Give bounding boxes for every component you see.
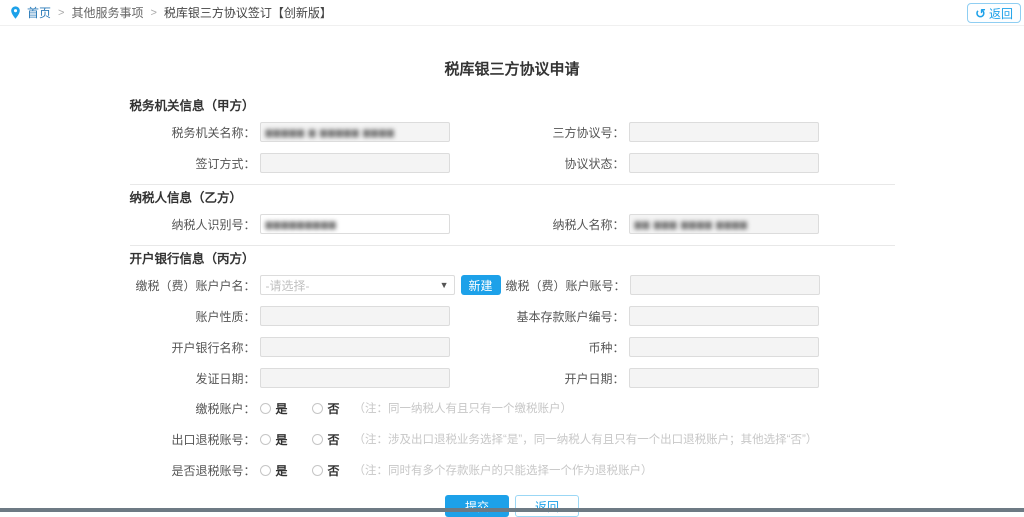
breadcrumb-separator: > [58, 7, 64, 19]
form-row: 缴税（费）账户户名： -请选择- ▼ 新建 缴税（费）账户账号： [130, 275, 895, 295]
taxpayer-id-field[interactable]: ▆▆▆▆▆▆▆▆▆ [260, 214, 450, 234]
currency-label: 币种： [465, 339, 629, 356]
form-row: 签订方式： 协议状态： [130, 153, 895, 173]
radio-yes-label: 是 [276, 400, 288, 417]
page-title: 税库银三方协议申请 [130, 60, 895, 80]
account-nature-field[interactable] [260, 306, 450, 326]
is-refund-no-radio[interactable] [312, 465, 323, 476]
breadcrumb-other-services[interactable]: 其他服务事项 [71, 4, 143, 21]
return-button[interactable]: 返回 [515, 495, 579, 517]
basic-deposit-no-field[interactable] [629, 306, 819, 326]
agreement-status-field[interactable] [629, 153, 819, 173]
app-window: 首页 > 其他服务事项 > 税库银三方协议签订【创新版】 ↺ 返回 税库银三方协… [0, 0, 1024, 512]
bank-name-field[interactable] [260, 337, 450, 357]
form-row: 纳税人识别号： ▆▆▆▆▆▆▆▆▆ 纳税人名称： ▆▆ ▆▆▆ ▆▆▆▆ ▆▆▆… [130, 214, 895, 234]
open-date-field[interactable] [629, 368, 819, 388]
pay-account-no-field[interactable] [630, 275, 820, 295]
redacted-value: ▆▆ ▆▆▆ ▆▆▆▆ ▆▆▆▆ [635, 219, 748, 230]
pay-account-name-select[interactable]: -请选择- ▼ [260, 275, 455, 295]
issue-date-field[interactable] [260, 368, 450, 388]
export-refund-yes-radio[interactable] [260, 434, 271, 445]
is-refund-yes-radio[interactable] [260, 465, 271, 476]
section-title-party-b: 纳税人信息（乙方） [130, 190, 895, 206]
breadcrumb-home[interactable]: 首页 [27, 4, 51, 21]
form-content: 税库银三方协议申请 税务机关信息（甲方） 税务机关名称： ▆▆▆▆▆ ▆ ▆▆▆… [130, 60, 895, 517]
export-refund-label: 出口退税账号： [130, 431, 260, 448]
form-row: 开户银行名称： 币种： [130, 337, 895, 357]
form-row: 发证日期： 开户日期： [130, 368, 895, 388]
bank-name-label: 开户银行名称： [130, 339, 260, 356]
back-button-label: 返回 [989, 5, 1013, 22]
agreement-no-label: 三方协议号： [465, 124, 629, 141]
account-nature-label: 账户性质： [130, 308, 260, 325]
radio-yes-label: 是 [276, 431, 288, 448]
radio-yes-label: 是 [276, 462, 288, 479]
tax-account-radio-row: 缴税账户： 是 否 （注：同一纳税人有且只有一个缴税账户） [130, 399, 895, 417]
basic-deposit-no-label: 基本存款账户编号： [465, 308, 629, 325]
tax-account-no-radio[interactable] [312, 403, 323, 414]
taxpayer-name-label: 纳税人名称： [465, 216, 629, 233]
agreement-no-field[interactable] [629, 122, 819, 142]
section-divider [130, 184, 895, 185]
is-refund-note: （注：同时有多个存款账户的只能选择一个作为退税账户） [354, 462, 653, 478]
export-refund-radio-row: 出口退税账号： 是 否 （注：涉及出口退税业务选择“是”，同一纳税人有且只有一个… [130, 430, 895, 448]
breadcrumb-separator: > [150, 7, 156, 19]
tax-org-name-label: 税务机关名称： [130, 124, 260, 141]
taxpayer-name-field[interactable]: ▆▆ ▆▆▆ ▆▆▆▆ ▆▆▆▆ [629, 214, 819, 234]
is-refund-label: 是否退税账号： [130, 462, 260, 479]
location-pin-icon [10, 6, 21, 19]
pay-account-no-label: 缴税（费）账户账号： [466, 277, 630, 294]
footer-actions: 提交 返回 [130, 495, 895, 517]
chevron-down-icon: ▼ [440, 280, 449, 290]
window-bottom-edge [0, 508, 1024, 512]
export-refund-no-radio[interactable] [312, 434, 323, 445]
redacted-value: ▆▆▆▆▆▆▆▆▆ [266, 219, 337, 230]
sign-method-field[interactable] [260, 153, 450, 173]
select-placeholder: -请选择- [266, 277, 310, 294]
form-row: 税务机关名称： ▆▆▆▆▆ ▆ ▆▆▆▆▆ ▆▆▆▆ 三方协议号： [130, 122, 895, 142]
section-title-party-a: 税务机关信息（甲方） [130, 98, 895, 114]
tax-account-note: （注：同一纳税人有且只有一个缴税账户） [354, 400, 573, 416]
back-arrow-icon: ↺ [975, 7, 986, 20]
currency-field[interactable] [629, 337, 819, 357]
tax-org-name-field[interactable]: ▆▆▆▆▆ ▆ ▆▆▆▆▆ ▆▆▆▆ [260, 122, 450, 142]
section-title-party-c: 开户银行信息（丙方） [130, 251, 895, 267]
tax-account-yes-radio[interactable] [260, 403, 271, 414]
agreement-status-label: 协议状态： [465, 155, 629, 172]
issue-date-label: 发证日期： [130, 370, 260, 387]
submit-button[interactable]: 提交 [445, 495, 509, 517]
export-refund-note: （注：涉及出口退税业务选择“是”，同一纳税人有且只有一个出口退税账户；其他选择“… [354, 431, 818, 447]
back-button-top[interactable]: ↺ 返回 [967, 3, 1021, 23]
taxpayer-id-label: 纳税人识别号： [130, 216, 260, 233]
pay-account-name-label: 缴税（费）账户户名： [130, 277, 260, 294]
is-refund-radio-row: 是否退税账号： 是 否 （注：同时有多个存款账户的只能选择一个作为退税账户） [130, 461, 895, 479]
radio-no-label: 否 [328, 431, 340, 448]
radio-no-label: 否 [328, 462, 340, 479]
radio-no-label: 否 [328, 400, 340, 417]
breadcrumb-current: 税库银三方协议签订【创新版】 [164, 4, 332, 21]
sign-method-label: 签订方式： [130, 155, 260, 172]
redacted-value: ▆▆▆▆▆ ▆ ▆▆▆▆▆ ▆▆▆▆ [266, 127, 395, 138]
breadcrumb-bar: 首页 > 其他服务事项 > 税库银三方协议签订【创新版】 ↺ 返回 [0, 0, 1024, 26]
form-row: 账户性质： 基本存款账户编号： [130, 306, 895, 326]
tax-account-label: 缴税账户： [130, 400, 260, 417]
section-divider [130, 245, 895, 246]
open-date-label: 开户日期： [465, 370, 629, 387]
